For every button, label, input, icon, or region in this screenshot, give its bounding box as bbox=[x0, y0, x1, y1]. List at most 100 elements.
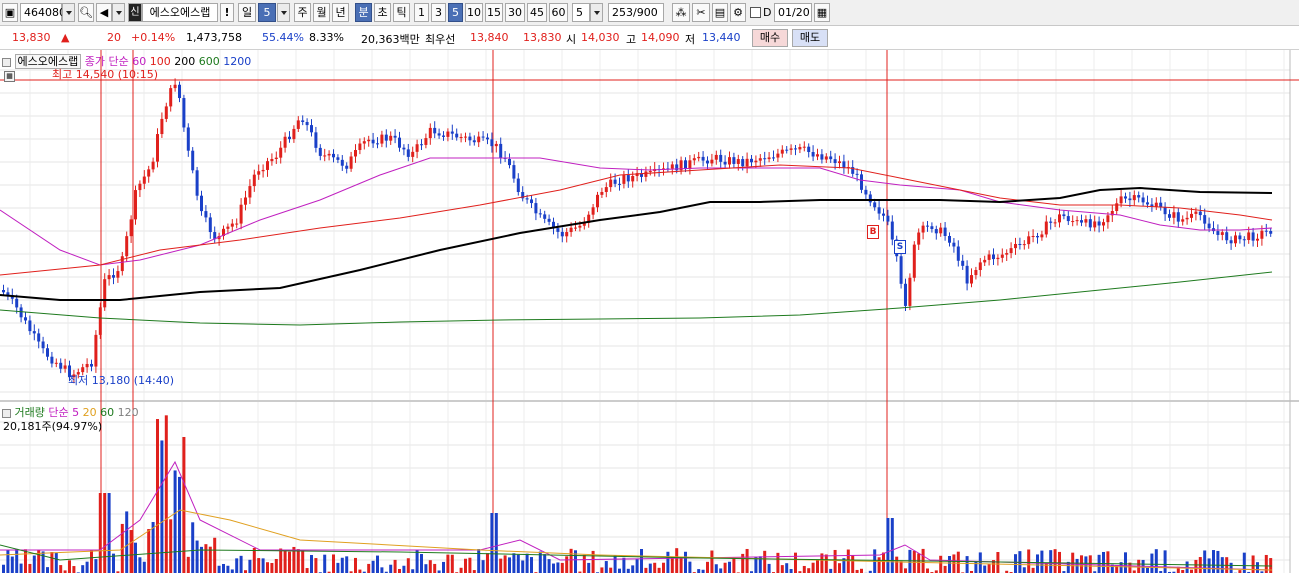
candle-body bbox=[983, 259, 987, 263]
period-minute-button[interactable]: 분 bbox=[355, 3, 372, 22]
volume-bar bbox=[340, 557, 344, 573]
candle-body bbox=[516, 178, 520, 193]
candle-body bbox=[1141, 197, 1145, 203]
period-day-button[interactable]: 일 bbox=[238, 3, 256, 22]
interval-5[interactable]: 5 bbox=[448, 3, 463, 22]
candle-body bbox=[32, 331, 36, 334]
period-selected[interactable]: 5 bbox=[258, 3, 276, 22]
calendar-icon[interactable]: ▦ bbox=[814, 3, 830, 22]
candle-body bbox=[384, 134, 388, 141]
gear-icon[interactable]: ⚙ bbox=[730, 3, 746, 22]
volume-bar bbox=[965, 556, 969, 573]
candle-body bbox=[798, 147, 802, 150]
volume-bar bbox=[688, 561, 692, 573]
volume-bar bbox=[151, 522, 155, 573]
interval-count-input[interactable]: 5 bbox=[572, 3, 590, 22]
interval-1[interactable]: 1 bbox=[414, 3, 429, 22]
interval-15[interactable]: 15 bbox=[485, 3, 503, 22]
volume-bar bbox=[547, 559, 551, 573]
sell-button[interactable]: 매도 bbox=[792, 29, 828, 47]
warning-button[interactable]: ! bbox=[220, 3, 234, 22]
volume-bar bbox=[556, 562, 560, 573]
candle-body bbox=[543, 214, 547, 219]
candle-body bbox=[142, 176, 146, 184]
interval-count-dropdown[interactable] bbox=[590, 3, 603, 22]
volume-bar bbox=[186, 556, 190, 573]
interval-3[interactable]: 3 bbox=[431, 3, 446, 22]
period-tick-button[interactable]: 틱 bbox=[393, 3, 410, 22]
speaker-icon[interactable]: ◀ bbox=[96, 3, 112, 22]
draw-tool-icon[interactable]: ✂ bbox=[692, 3, 710, 22]
speaker-dropdown[interactable] bbox=[112, 3, 125, 22]
candle-body bbox=[1216, 231, 1220, 235]
d-checkbox[interactable] bbox=[750, 7, 761, 18]
volume-ratio: 55.44% bbox=[262, 31, 304, 44]
indicator-icon[interactable]: ⁂ bbox=[672, 3, 690, 22]
candle-body bbox=[868, 194, 872, 203]
volume-bar bbox=[129, 530, 133, 573]
volume-bar bbox=[604, 561, 608, 573]
candle-body bbox=[785, 149, 789, 151]
candle-body bbox=[173, 84, 177, 89]
period-year-button[interactable]: 년 bbox=[332, 3, 349, 22]
interval-45[interactable]: 45 bbox=[527, 3, 547, 22]
volume-bar bbox=[323, 554, 327, 573]
period-week-button[interactable]: 주 bbox=[294, 3, 311, 22]
volume-bar bbox=[1124, 552, 1127, 573]
period-dropdown[interactable] bbox=[277, 3, 290, 22]
candle-body bbox=[389, 135, 393, 141]
candle-body bbox=[1207, 223, 1211, 229]
candle-body bbox=[472, 140, 476, 143]
volume-bar bbox=[983, 565, 987, 573]
candle-body bbox=[301, 120, 305, 122]
candle-body bbox=[1181, 219, 1185, 222]
candle-body bbox=[1080, 220, 1083, 223]
chart-menu-icon[interactable]: ▣ bbox=[2, 3, 18, 22]
volume-bar bbox=[767, 563, 771, 573]
volume-bar bbox=[917, 553, 921, 573]
candle-body bbox=[820, 154, 824, 160]
date-input[interactable]: 01/20 bbox=[774, 3, 812, 22]
volume-bar bbox=[32, 555, 36, 573]
volume-bar bbox=[1229, 562, 1233, 573]
candlestick-chart[interactable] bbox=[0, 50, 1299, 573]
candle-body bbox=[1124, 196, 1127, 199]
candle-body bbox=[134, 190, 137, 220]
period-month-button[interactable]: 월 bbox=[313, 3, 330, 22]
chart-area[interactable]: 에스오에스랩 종가 단순 60 100 200 600 1200 ▦ 최고 14… bbox=[0, 50, 1299, 573]
volume-bar bbox=[235, 558, 239, 573]
volume-bar bbox=[494, 513, 498, 573]
volume-bar bbox=[860, 568, 863, 573]
pane-close-icon[interactable] bbox=[2, 57, 11, 67]
interval-30[interactable]: 30 bbox=[505, 3, 525, 22]
candle-body bbox=[754, 160, 758, 163]
volume-bar bbox=[745, 548, 749, 573]
volume-bar bbox=[464, 558, 467, 573]
volume-bar bbox=[72, 566, 76, 573]
candle-body bbox=[367, 139, 371, 142]
volume-bar bbox=[499, 558, 503, 573]
interval-10[interactable]: 10 bbox=[465, 3, 483, 22]
search-icon[interactable]: 🔍︎ bbox=[78, 3, 94, 22]
volume-bar bbox=[94, 559, 98, 573]
volume-bar bbox=[10, 556, 14, 573]
volume-pane-close-icon[interactable] bbox=[2, 408, 11, 418]
volume-bar bbox=[1190, 569, 1193, 573]
volume-bar bbox=[1027, 549, 1031, 573]
candle-body bbox=[327, 153, 331, 156]
candle-body bbox=[318, 147, 322, 156]
interval-60[interactable]: 60 bbox=[549, 3, 568, 22]
period-second-button[interactable]: 초 bbox=[374, 3, 391, 22]
grid-toggle-icon[interactable]: ▦ bbox=[4, 71, 15, 82]
candle-body bbox=[420, 144, 423, 146]
up-arrow-icon: ▲ bbox=[61, 31, 70, 44]
candle-body bbox=[838, 161, 841, 164]
stock-code-dropdown[interactable] bbox=[62, 3, 75, 22]
candle-body bbox=[736, 159, 740, 164]
stock-code-input[interactable]: 464080 bbox=[20, 3, 66, 22]
save-icon[interactable]: ▤ bbox=[712, 3, 728, 22]
volume-bar bbox=[956, 551, 960, 573]
paging-input[interactable]: 253/900 bbox=[608, 3, 664, 22]
buy-button[interactable]: 매수 bbox=[752, 29, 788, 47]
candle-body bbox=[926, 225, 929, 227]
